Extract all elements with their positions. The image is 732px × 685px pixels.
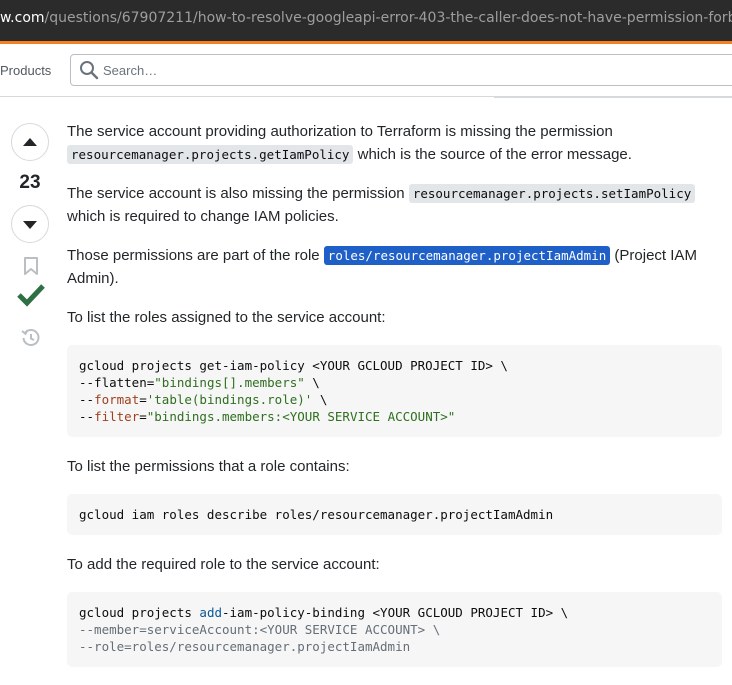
paragraph-6: To add the required role to the service … (67, 556, 380, 573)
p2-text-a: The service account is also missing the … (67, 185, 405, 202)
upvote-icon (23, 138, 37, 146)
code1-line1: gcloud projects get-iam-policy <YOUR GCL… (79, 358, 508, 373)
accepted-answer-mark (17, 282, 45, 313)
url-host: w.com (0, 10, 45, 26)
p2-text-b: which is required to change IAM policies… (67, 208, 339, 225)
url-text[interactable]: w.com/questions/67907211/how-to-resolve-… (0, 10, 732, 26)
code2-line1: gcloud iam roles describe roles/resource… (79, 507, 554, 522)
code-block-list-roles: gcloud projects get-iam-policy <YOUR GCL… (67, 345, 722, 437)
paragraph-3: Those permissions are part of the role r… (67, 244, 727, 290)
answer-body: The service account providing authorizat… (67, 120, 727, 685)
top-navigation: Products (0, 44, 732, 97)
search-icon (79, 60, 99, 80)
bookmark-button[interactable] (23, 257, 39, 280)
search-box[interactable] (70, 54, 732, 86)
history-button[interactable] (21, 328, 41, 353)
upvote-button[interactable] (11, 123, 49, 161)
code3-line1-keyword: add (199, 605, 222, 620)
downvote-button[interactable] (11, 205, 49, 243)
code3-line1-a: gcloud projects (79, 605, 200, 620)
code1-line4-keyword: filter (94, 409, 140, 424)
p1-text-a: The service account providing authorizat… (67, 123, 613, 140)
code1-line3-keyword: format (94, 392, 140, 407)
paragraph-1: The service account providing authorizat… (67, 120, 727, 166)
search-input[interactable] (103, 55, 503, 85)
products-link[interactable]: Products (0, 63, 51, 78)
checkmark-icon (17, 284, 45, 307)
code1-line3-string: 'table(bindings.role)' (146, 392, 313, 407)
code1-line2-flag: --flatten= (79, 375, 155, 390)
bookmark-icon (24, 257, 38, 275)
browser-url-bar[interactable]: w.com/questions/67907211/how-to-resolve-… (0, 0, 732, 41)
p1-text-b: which is the source of the error message… (357, 146, 632, 163)
code1-line2-string: "bindings[].members" (154, 375, 305, 390)
url-path: /questions/67907211/how-to-resolve-googl… (44, 10, 732, 26)
code1-line2-cont: \ (304, 375, 320, 390)
p3-text-a: Those permissions are part of the role (67, 247, 320, 264)
history-icon (21, 329, 40, 347)
code1-line3-dash: -- (79, 392, 95, 407)
downvote-icon (23, 221, 37, 229)
code1-line3-cont: \ (312, 392, 328, 407)
paragraph-5: To list the permissions that a role cont… (67, 458, 350, 475)
code1-line4-eq: = (139, 409, 147, 424)
inline-code-role-selected: roles/resourcemanager.projectIamAdmin (323, 246, 611, 265)
code-block-add-binding: gcloud projects add-iam-policy-binding <… (67, 592, 722, 667)
vote-count: 23 (19, 172, 41, 193)
inline-code-setiampolicy: resourcemanager.projects.setIamPolicy (408, 184, 696, 203)
paragraph-4: To list the roles assigned to the servic… (67, 309, 386, 326)
code1-line4-dash: -- (79, 409, 95, 424)
code3-line1-b: -iam-policy-binding <YOUR GCLOUD PROJECT… (222, 605, 569, 620)
code1-line3-eq: = (139, 392, 147, 407)
code3-line3: --role=roles/resourcemanager.projectIamA… (79, 639, 411, 654)
inline-code-getiampolicy: resourcemanager.projects.getIamPolicy (67, 145, 354, 164)
code1-line4-string: "bindings.members:<YOUR SERVICE ACCOUNT>… (146, 409, 456, 424)
paragraph-2: The service account is also missing the … (67, 182, 727, 228)
code-block-describe-role: gcloud iam roles describe roles/resource… (67, 494, 722, 535)
nav-divider (494, 96, 732, 98)
code3-line2: --member=serviceAccount:<YOUR SERVICE AC… (79, 622, 441, 637)
